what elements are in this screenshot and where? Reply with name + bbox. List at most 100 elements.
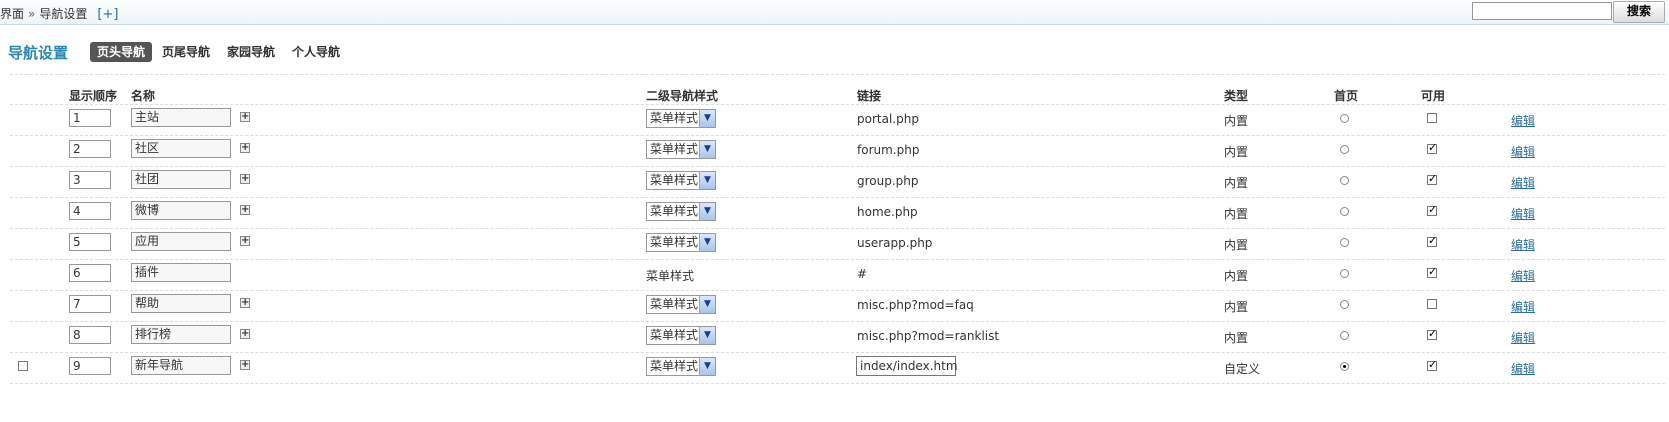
edit-link[interactable]: 编辑 xyxy=(1511,112,1535,129)
top-bar: 界面 » 导航设置 [+] 搜索 xyxy=(0,0,1669,25)
table-row: 4 微博 + 菜单样式▼ home.php 内置 编辑 xyxy=(0,197,1669,228)
home-radio[interactable] xyxy=(1340,145,1349,154)
sub-style-select[interactable]: 菜单样式 ▼ xyxy=(646,202,716,221)
chevron-down-icon: ▼ xyxy=(699,327,715,344)
breadcrumb-separator: » xyxy=(28,7,36,21)
home-radio[interactable] xyxy=(1340,207,1349,216)
name-input[interactable]: 社团 xyxy=(131,170,231,189)
sub-style-select[interactable]: 菜单样式 ▼ xyxy=(646,295,716,314)
row-divider xyxy=(10,383,1665,384)
col-header-sub-style: 二级导航样式 xyxy=(646,89,719,103)
add-shortcut-link[interactable]: [+] xyxy=(97,7,118,22)
breadcrumb: 界面 » 导航设置 [+] xyxy=(0,5,118,22)
edit-link[interactable]: 编辑 xyxy=(1511,236,1535,253)
edit-link[interactable]: 编辑 xyxy=(1511,174,1535,191)
name-input[interactable]: 插件 xyxy=(131,263,231,282)
link-text: # xyxy=(857,267,868,281)
search-button[interactable]: 搜索 xyxy=(1613,1,1665,23)
name-input[interactable]: 排行榜 xyxy=(131,325,231,344)
order-input[interactable]: 6 xyxy=(69,264,111,282)
home-radio[interactable] xyxy=(1340,114,1349,123)
sub-style-value: 菜单样式 xyxy=(650,235,699,249)
order-input[interactable]: 8 xyxy=(69,326,111,344)
plus-box-icon[interactable]: + xyxy=(240,112,250,122)
link-text: misc.php?mod=ranklist xyxy=(857,329,1000,343)
sub-style-select[interactable]: 菜单样式 ▼ xyxy=(646,140,716,159)
name-input[interactable]: 帮助 xyxy=(131,294,231,313)
edit-link[interactable]: 编辑 xyxy=(1511,205,1535,222)
table-row: 5 应用 + 菜单样式▼ userapp.php 内置 编辑 xyxy=(0,228,1669,259)
available-checkbox[interactable] xyxy=(1427,234,1437,247)
page-title: 导航设置 xyxy=(8,44,69,62)
link-text: misc.php?mod=faq xyxy=(857,298,974,312)
link-text: userapp.php xyxy=(857,236,933,250)
col-header-home: 首页 xyxy=(1334,89,1359,103)
name-input[interactable]: 应用 xyxy=(131,232,231,251)
plus-box-icon[interactable]: + xyxy=(240,298,250,308)
tab-1[interactable]: 页尾导航 xyxy=(155,42,217,62)
home-radio[interactable] xyxy=(1340,269,1349,278)
plus-box-icon[interactable]: + xyxy=(240,236,250,246)
available-checkbox[interactable] xyxy=(1427,141,1437,154)
sub-style-select[interactable]: 菜单样式 ▼ xyxy=(646,357,716,376)
divider xyxy=(10,74,1665,75)
home-radio[interactable] xyxy=(1340,176,1349,185)
sub-style-select[interactable]: 菜单样式 ▼ xyxy=(646,109,716,128)
available-checkbox[interactable] xyxy=(1427,327,1437,340)
name-input[interactable]: 社区 xyxy=(131,139,231,158)
tab-0[interactable]: 页头导航 xyxy=(90,42,153,62)
order-input[interactable]: 5 xyxy=(69,233,111,251)
breadcrumb-root[interactable]: 界面 xyxy=(0,7,24,21)
home-radio[interactable] xyxy=(1340,300,1349,309)
sub-style-select[interactable]: 菜单样式 ▼ xyxy=(646,326,716,345)
table-row: 1 主站 + 菜单样式 ▼ portal.php 内置 编辑 xyxy=(0,104,1669,135)
order-input[interactable]: 4 xyxy=(69,202,111,220)
order-input[interactable]: 2 xyxy=(69,140,111,158)
available-checkbox[interactable] xyxy=(1427,299,1437,309)
name-input[interactable]: 主站 xyxy=(131,108,231,127)
home-radio[interactable] xyxy=(1340,331,1349,340)
plus-box-icon[interactable]: + xyxy=(240,205,250,215)
col-header-type: 类型 xyxy=(1224,89,1249,103)
search-input[interactable] xyxy=(1472,2,1612,20)
order-input[interactable]: 3 xyxy=(69,171,111,189)
edit-link[interactable]: 编辑 xyxy=(1511,329,1535,346)
edit-link[interactable]: 编辑 xyxy=(1511,143,1535,160)
edit-link[interactable]: 编辑 xyxy=(1511,360,1535,377)
plus-box-icon[interactable]: + xyxy=(240,174,250,184)
plus-box-icon[interactable]: + xyxy=(240,143,250,153)
plus-box-icon[interactable]: + xyxy=(240,360,250,370)
sub-style-value: 菜单样式 xyxy=(650,173,699,187)
tab-3[interactable]: 个人导航 xyxy=(285,42,347,62)
home-radio[interactable] xyxy=(1340,362,1349,371)
table-row: 2 社区 + 菜单样式▼ forum.php 内置 编辑 xyxy=(0,135,1669,166)
breadcrumb-current: 导航设置 xyxy=(39,7,88,21)
sub-style-select[interactable]: 菜单样式 ▼ xyxy=(646,171,716,190)
available-checkbox[interactable] xyxy=(1427,358,1437,371)
link-input[interactable]: index/index.htm xyxy=(856,356,958,376)
edit-link[interactable]: 编辑 xyxy=(1511,298,1535,315)
row-select-checkbox[interactable] xyxy=(18,361,28,371)
name-input[interactable]: 微博 xyxy=(131,201,231,220)
type-text: 内置 xyxy=(1224,176,1249,190)
order-input[interactable]: 1 xyxy=(69,109,111,127)
sub-style-select[interactable]: 菜单样式 ▼ xyxy=(646,233,716,252)
type-text: 内置 xyxy=(1224,331,1249,345)
sub-style-value: 菜单样式 xyxy=(650,328,699,342)
plus-box-icon[interactable]: + xyxy=(240,329,250,339)
name-input[interactable]: 新年导航 xyxy=(131,356,231,375)
type-text: 自定义 xyxy=(1224,362,1261,376)
available-checkbox[interactable] xyxy=(1427,203,1437,216)
available-checkbox[interactable] xyxy=(1427,113,1437,123)
order-input[interactable]: 7 xyxy=(69,295,111,313)
edit-link[interactable]: 编辑 xyxy=(1511,267,1535,284)
table-row: 3 社团 + 菜单样式▼ group.php 内置 编辑 xyxy=(0,166,1669,197)
available-checkbox[interactable] xyxy=(1427,265,1437,278)
table-row: 8 排行榜 + 菜单样式▼ misc.php?mod=ranklist 内置 编辑 xyxy=(0,321,1669,352)
order-input[interactable]: 9 xyxy=(69,357,111,375)
tab-2[interactable]: 家园导航 xyxy=(220,42,282,62)
link-text: group.php xyxy=(857,174,919,188)
home-radio[interactable] xyxy=(1340,238,1349,247)
col-header-link: 链接 xyxy=(857,89,882,103)
available-checkbox[interactable] xyxy=(1427,172,1437,185)
